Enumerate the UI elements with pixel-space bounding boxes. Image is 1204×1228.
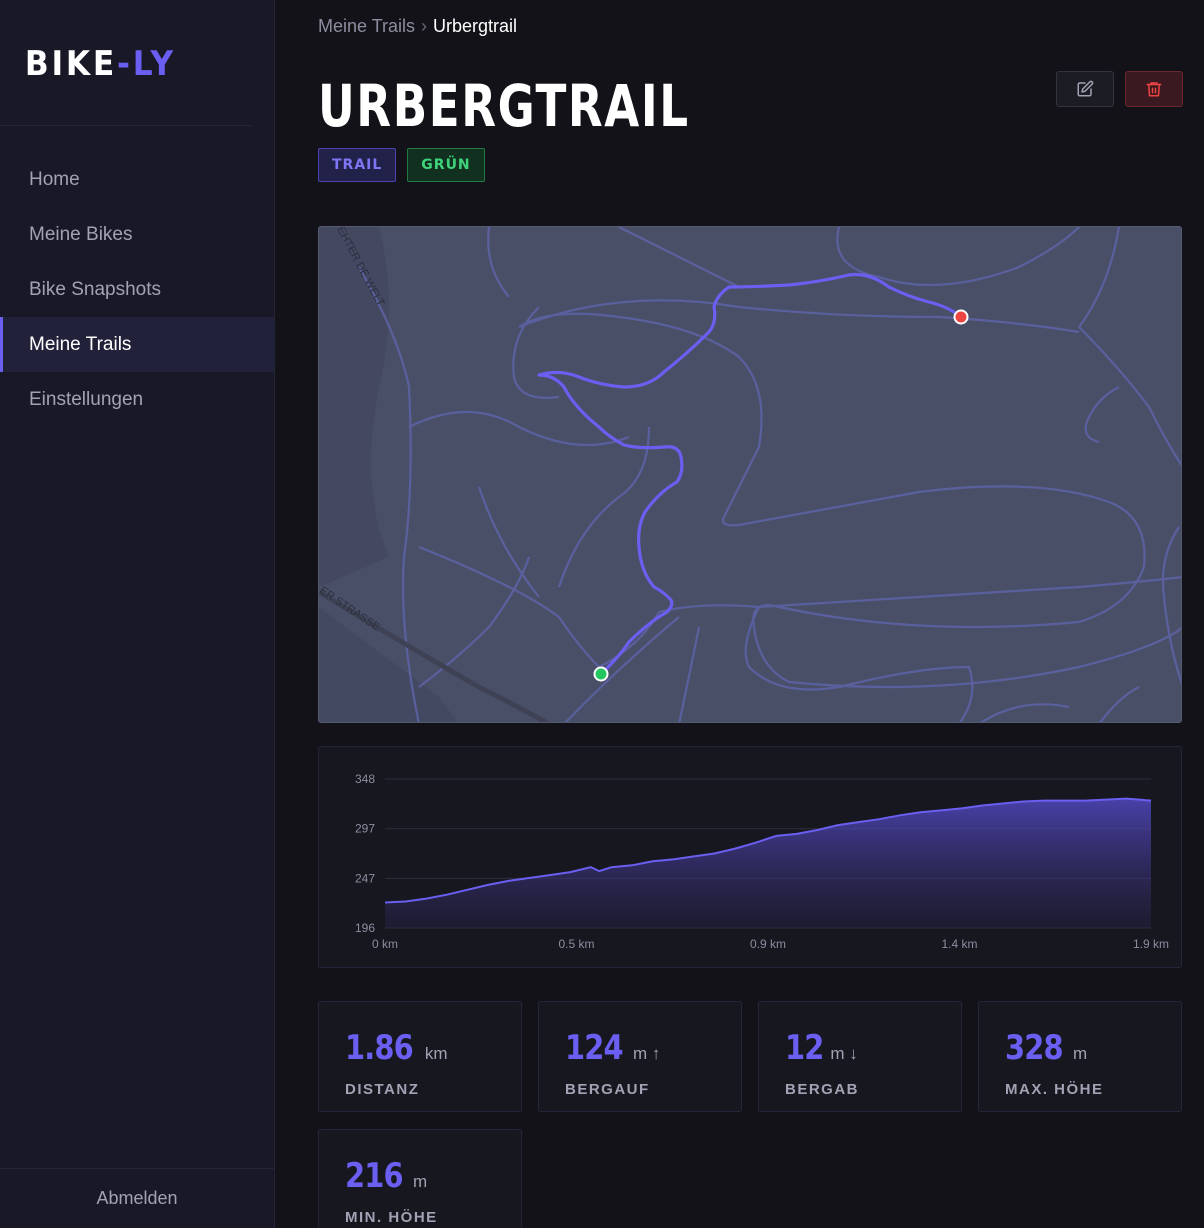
x-tick-label: 1.4 km (941, 937, 977, 951)
sidebar-item-meine-trails[interactable]: Meine Trails (0, 317, 274, 372)
stat-label: MIN. HÖHE (345, 1209, 438, 1226)
stat-value: 124 (565, 1028, 624, 1068)
logo-text-ly: -LY (116, 44, 176, 84)
sidebar-item-einstellungen[interactable]: Einstellungen (0, 372, 274, 427)
y-tick-label: 348 (355, 772, 375, 786)
stat-value: 1.86 (345, 1028, 414, 1068)
stat-card-min-elevation: 216 m MIN. HÖHE (318, 1129, 522, 1228)
stat-unit: m (412, 1172, 428, 1191)
x-tick-label: 0.5 km (558, 937, 594, 951)
map-canvas: ER STRASSE EHTER DE WELT (319, 227, 1181, 722)
sidebar-item-label: Einstellungen (29, 388, 144, 410)
breadcrumb-parent-link[interactable]: Meine Trails (318, 16, 415, 36)
stat-label: BERGAUF (565, 1081, 650, 1098)
stat-value: 216 (345, 1156, 404, 1196)
stat-card-descent: 12 m ↓ BERGAB (758, 1001, 962, 1112)
page-title: URBERGTRAIL (318, 72, 690, 140)
x-tick-label: 0.9 km (750, 937, 786, 951)
y-tick-label: 297 (355, 822, 375, 836)
breadcrumb: Meine Trails › Urbergtrail (318, 16, 517, 37)
sidebar-item-bike-snapshots[interactable]: Bike Snapshots (0, 262, 274, 317)
arrow-up-icon: ↑ (651, 1044, 661, 1063)
stat-label: MAX. HÖHE (1005, 1081, 1104, 1098)
y-tick-label: 196 (355, 921, 375, 935)
breadcrumb-separator: › (421, 16, 428, 36)
edit-button[interactable] (1056, 71, 1114, 107)
sidebar-nav: Home Meine Bikes Bike Snapshots Meine Tr… (0, 152, 274, 427)
edit-icon (1077, 80, 1094, 97)
x-tick-label: 0 km (372, 937, 398, 951)
trash-icon (1146, 82, 1162, 97)
app-logo[interactable]: BIKE-LY (0, 0, 253, 126)
elevation-chart-svg: 348 297 247 196 0 km 0.5 km 0.9 km 1.4 km 1.9 k… (355, 772, 1169, 951)
start-marker (593, 666, 609, 682)
stat-card-ascent: 124 m ↑ BERGAUF (538, 1001, 742, 1112)
stat-unit: km (424, 1044, 448, 1063)
difficulty-badge: GRÜN (407, 148, 485, 182)
stat-value: 12 (785, 1028, 824, 1068)
end-marker (953, 309, 969, 325)
stat-unit: m ↓ (830, 1044, 858, 1063)
elevation-area (385, 798, 1151, 928)
sidebar-item-home[interactable]: Home (0, 152, 274, 207)
sidebar: BIKE-LY Home Meine Bikes Bike Snapshots … (0, 0, 275, 1228)
arrow-down-icon: ↓ (849, 1044, 858, 1063)
sidebar-item-meine-bikes[interactable]: Meine Bikes (0, 207, 274, 262)
logout-button[interactable]: Abmelden (0, 1168, 274, 1228)
x-tick-label: 1.9 km (1133, 937, 1169, 951)
stat-value: 328 (1005, 1028, 1064, 1068)
delete-button[interactable] (1125, 71, 1183, 107)
y-tick-label: 247 (355, 871, 375, 885)
logo-text-bike: BIKE (24, 44, 117, 84)
sidebar-item-label: Bike Snapshots (29, 278, 162, 300)
stat-card-max-elevation: 328 m MAX. HÖHE (978, 1001, 1182, 1112)
sidebar-item-label: Meine Trails (29, 333, 132, 355)
sidebar-item-label: Meine Bikes (29, 223, 133, 245)
sidebar-item-label: Home (29, 168, 80, 190)
stat-unit: m (1072, 1044, 1088, 1063)
breadcrumb-current: Urbergtrail (433, 16, 518, 36)
stat-unit: m ↑ (632, 1044, 661, 1063)
stat-card-distance: 1.86 km DISTANZ (318, 1001, 522, 1112)
stat-label: BERGAB (785, 1081, 860, 1098)
type-badge: TRAIL (318, 148, 397, 182)
stat-label: DISTANZ (345, 1081, 420, 1098)
elevation-chart: 348 297 247 196 0 km 0.5 km 0.9 km 1.4 km 1.9 k… (318, 746, 1182, 968)
trail-map[interactable]: ER STRASSE EHTER DE WELT (318, 226, 1182, 723)
trail-tags: TRAIL GRÜN (318, 148, 485, 182)
